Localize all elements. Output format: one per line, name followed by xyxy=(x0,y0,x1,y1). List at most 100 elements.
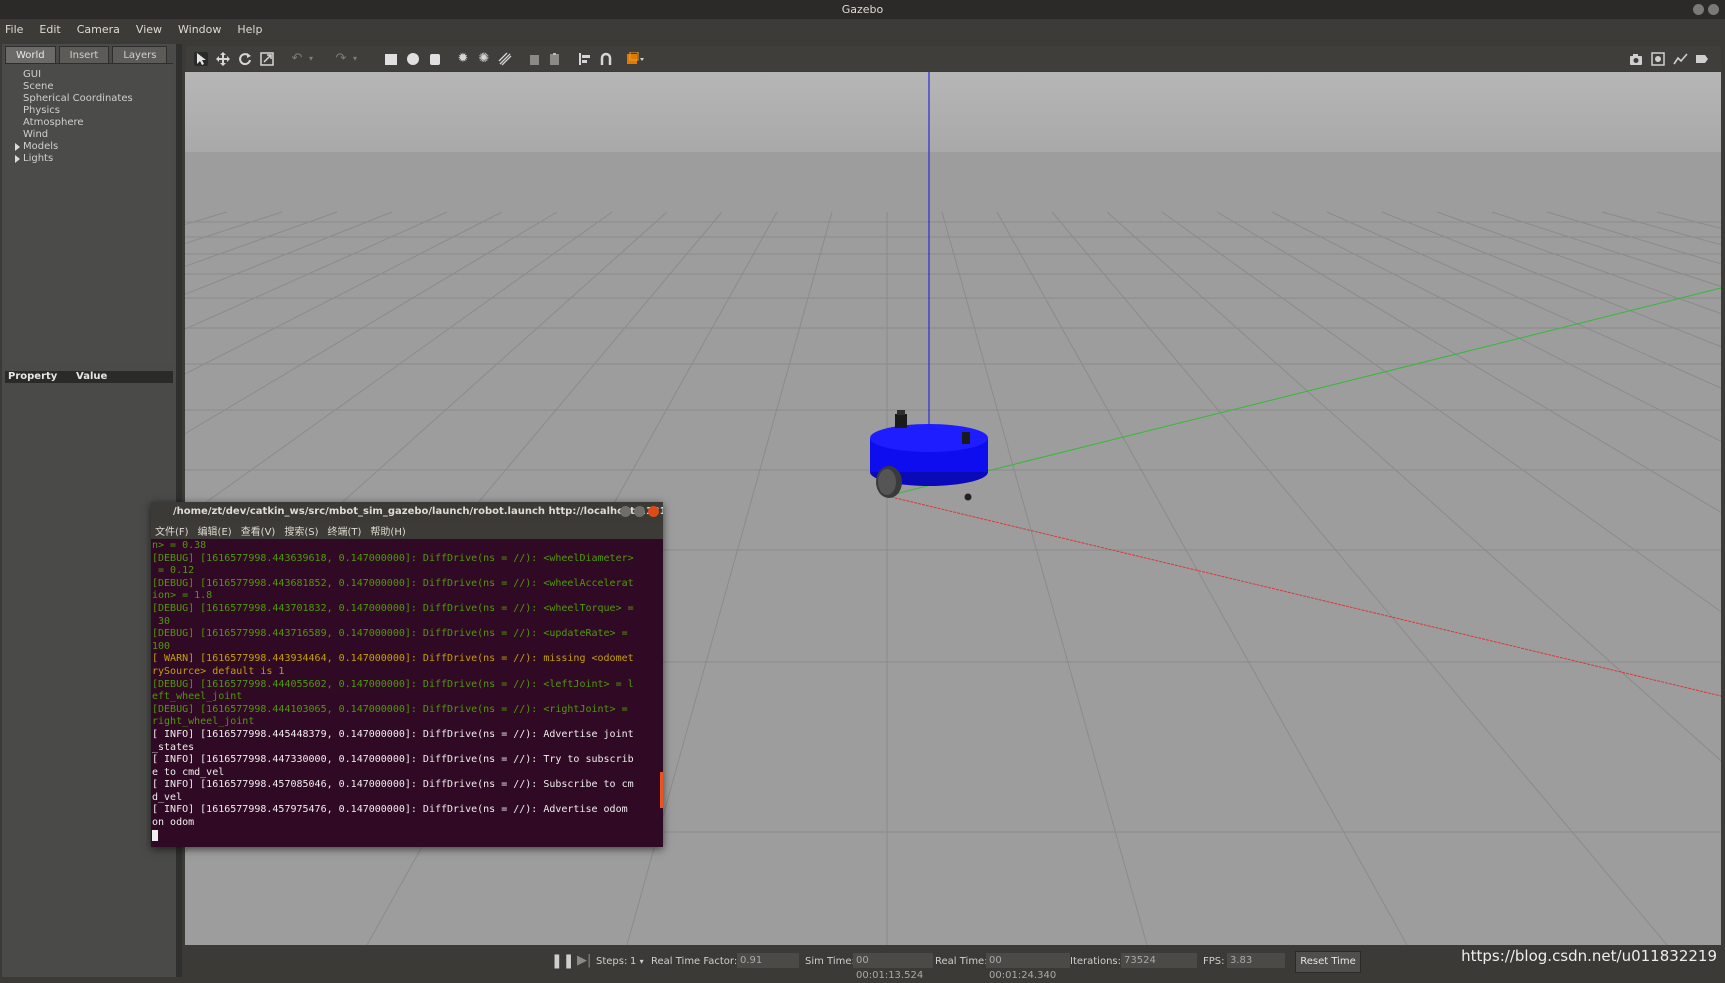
view-angle-icon[interactable] xyxy=(627,51,647,66)
terminal-lines: n> = 0.38 [DEBUG] [1616577998.443639618, … xyxy=(152,540,660,830)
terminal-line: [ INFO] [1616577998.445448379, 0.1470000… xyxy=(152,728,634,740)
terminal-scrollbar[interactable] xyxy=(660,772,663,808)
paste-icon[interactable] xyxy=(548,52,562,66)
menu-help[interactable]: Help xyxy=(237,23,262,36)
tree-item-lights[interactable]: Lights xyxy=(15,153,54,165)
tree-item-models-label: Models xyxy=(23,141,59,152)
screenshot-icon[interactable] xyxy=(1629,52,1643,66)
directional-light-icon[interactable] xyxy=(498,52,512,66)
terminal-line: [DEBUG] [1616577998.444103065, 0.1470000… xyxy=(152,703,628,715)
select-arrow-icon[interactable] xyxy=(194,52,208,66)
undo-dropdown-icon[interactable]: ▾ xyxy=(304,52,318,66)
minimize-icon[interactable] xyxy=(1693,4,1704,15)
redo-icon[interactable]: ↷ xyxy=(334,52,348,66)
terminal-line: ion> = 1.8 xyxy=(152,590,213,602)
terminal-line: _states xyxy=(152,741,195,753)
real-time-value: 00 00:01:24.340 xyxy=(986,953,1070,981)
tree-item-atmosphere[interactable]: Atmosphere xyxy=(23,117,84,129)
terminal-line: rySource> default is 1 xyxy=(152,665,285,677)
menu-camera[interactable]: Camera xyxy=(77,23,120,36)
sphere-icon[interactable] xyxy=(406,52,420,66)
redo-dropdown-icon[interactable]: ▾ xyxy=(348,52,362,66)
record-icon[interactable] xyxy=(1651,52,1665,66)
align-icon[interactable] xyxy=(578,52,592,66)
property-table-header: Property Value xyxy=(5,371,173,383)
terminal-maximize-icon[interactable] xyxy=(634,506,645,517)
tab-layers[interactable]: Layers xyxy=(112,46,168,64)
tree-item-models[interactable]: Models xyxy=(15,141,59,153)
fps-label: FPS: xyxy=(1203,956,1225,967)
terminal-line: [ WARN] [1616577998.443934464, 0.1470000… xyxy=(152,653,634,665)
terminal-line: [DEBUG] [1616577998.443681852, 0.1470000… xyxy=(152,577,634,589)
pause-icon[interactable]: ❚❚ xyxy=(551,953,574,969)
steps-spinbox[interactable]: 1 ▾ xyxy=(630,956,644,967)
value-column-header: Value xyxy=(76,371,108,382)
plot-icon[interactable] xyxy=(1673,52,1688,66)
point-light-icon[interactable]: ✹ xyxy=(456,52,470,66)
spot-light-icon[interactable]: ✺ xyxy=(477,52,491,66)
toolbar: ↶ ▾ ↷ ▾ ✹ ✺ xyxy=(186,46,1721,71)
world-tree: GUI Scene Spherical Coordinates Physics … xyxy=(5,63,173,364)
terminal-line: d_vel xyxy=(152,791,183,803)
terminal-line: 30 xyxy=(152,615,171,627)
terminal-output[interactable]: n> = 0.38 [DEBUG] [1616577998.443639618, … xyxy=(152,540,660,845)
terminal-line: [ INFO] [1616577998.457975476, 0.1470000… xyxy=(152,804,628,816)
rtf-value: 0.91 xyxy=(737,953,799,968)
copy-icon[interactable] xyxy=(528,52,542,66)
step-icon[interactable]: ▶| xyxy=(577,953,591,968)
tab-world[interactable]: World xyxy=(5,46,56,64)
scale-icon[interactable] xyxy=(260,52,274,66)
tree-item-spherical-coordinates[interactable]: Spherical Coordinates xyxy=(23,93,133,105)
undo-icon[interactable]: ↶ xyxy=(290,52,304,66)
terminal-menu-search[interactable]: 搜索(S) xyxy=(284,523,318,538)
terminal-menu-help[interactable]: 帮助(H) xyxy=(370,523,405,538)
watermark: https://blog.csdn.net/u011832219 xyxy=(1461,947,1717,965)
close-icon[interactable] xyxy=(1708,4,1719,15)
expand-arrow-icon[interactable] xyxy=(15,143,20,151)
menu-edit[interactable]: Edit xyxy=(39,23,60,36)
window-title: Gazebo xyxy=(841,3,884,16)
tree-item-physics[interactable]: Physics xyxy=(23,105,60,117)
snap-icon[interactable] xyxy=(599,52,613,66)
terminal-menu-view[interactable]: 查看(V) xyxy=(241,523,276,538)
terminal-line: [DEBUG] [1616577998.443716589, 0.1470000… xyxy=(152,628,628,640)
terminal-close-icon[interactable] xyxy=(648,506,659,517)
terminal-line: [DEBUG] [1616577998.444055602, 0.1470000… xyxy=(152,678,634,690)
terminal-line: 100 xyxy=(152,640,171,652)
left-panel-tabs: World Insert Layers xyxy=(5,46,168,64)
terminal-minimize-icon[interactable] xyxy=(620,506,631,517)
rotate-icon[interactable] xyxy=(238,52,252,66)
cylinder-icon[interactable] xyxy=(428,52,442,66)
chevron-down-icon[interactable]: ▾ xyxy=(640,957,644,966)
terminal-title: /home/zt/dev/catkin_ws/src/mbot_sim_gaze… xyxy=(151,502,663,522)
log-icon[interactable] xyxy=(1695,52,1709,66)
sky-background xyxy=(185,72,1721,162)
tab-insert[interactable]: Insert xyxy=(58,46,110,64)
window-title-bar: Gazebo xyxy=(0,0,1725,19)
reset-time-button[interactable]: Reset Time xyxy=(1295,951,1361,973)
box-icon[interactable] xyxy=(384,52,398,66)
sim-time-value: 00 00:01:13.524 xyxy=(853,953,933,981)
terminal-menu-file[interactable]: 文件(F) xyxy=(155,523,189,538)
terminal-line: [DEBUG] [1616577998.443639618, 0.1470000… xyxy=(152,552,634,564)
tree-item-scene[interactable]: Scene xyxy=(23,81,54,93)
tree-item-gui[interactable]: GUI xyxy=(23,69,41,81)
terminal-line: [DEBUG] [1616577998.443701832, 0.1470000… xyxy=(152,602,634,614)
menu-window[interactable]: Window xyxy=(178,23,221,36)
terminal-window[interactable]: /home/zt/dev/catkin_ws/src/mbot_sim_gaze… xyxy=(151,502,663,847)
expand-arrow-icon[interactable] xyxy=(15,155,20,163)
terminal-line: right_wheel_joint xyxy=(152,716,255,728)
tree-item-lights-label: Lights xyxy=(23,153,54,164)
iterations-label: Iterations: xyxy=(1070,956,1121,967)
tree-item-wind[interactable]: Wind xyxy=(23,129,48,141)
terminal-menu-edit[interactable]: 编辑(E) xyxy=(198,523,232,538)
terminal-menu-terminal[interactable]: 终端(T) xyxy=(328,523,362,538)
window-controls xyxy=(1693,4,1719,15)
menu-file[interactable]: File xyxy=(5,23,23,36)
menu-view[interactable]: View xyxy=(136,23,162,36)
robot-sensor xyxy=(895,414,907,428)
translate-icon[interactable] xyxy=(216,52,230,66)
terminal-line: [ INFO] [1616577998.447330000, 0.1470000… xyxy=(152,754,634,766)
terminal-line: eft_wheel_joint xyxy=(152,691,243,703)
terminal-line: e to cmd_vel xyxy=(152,766,225,778)
